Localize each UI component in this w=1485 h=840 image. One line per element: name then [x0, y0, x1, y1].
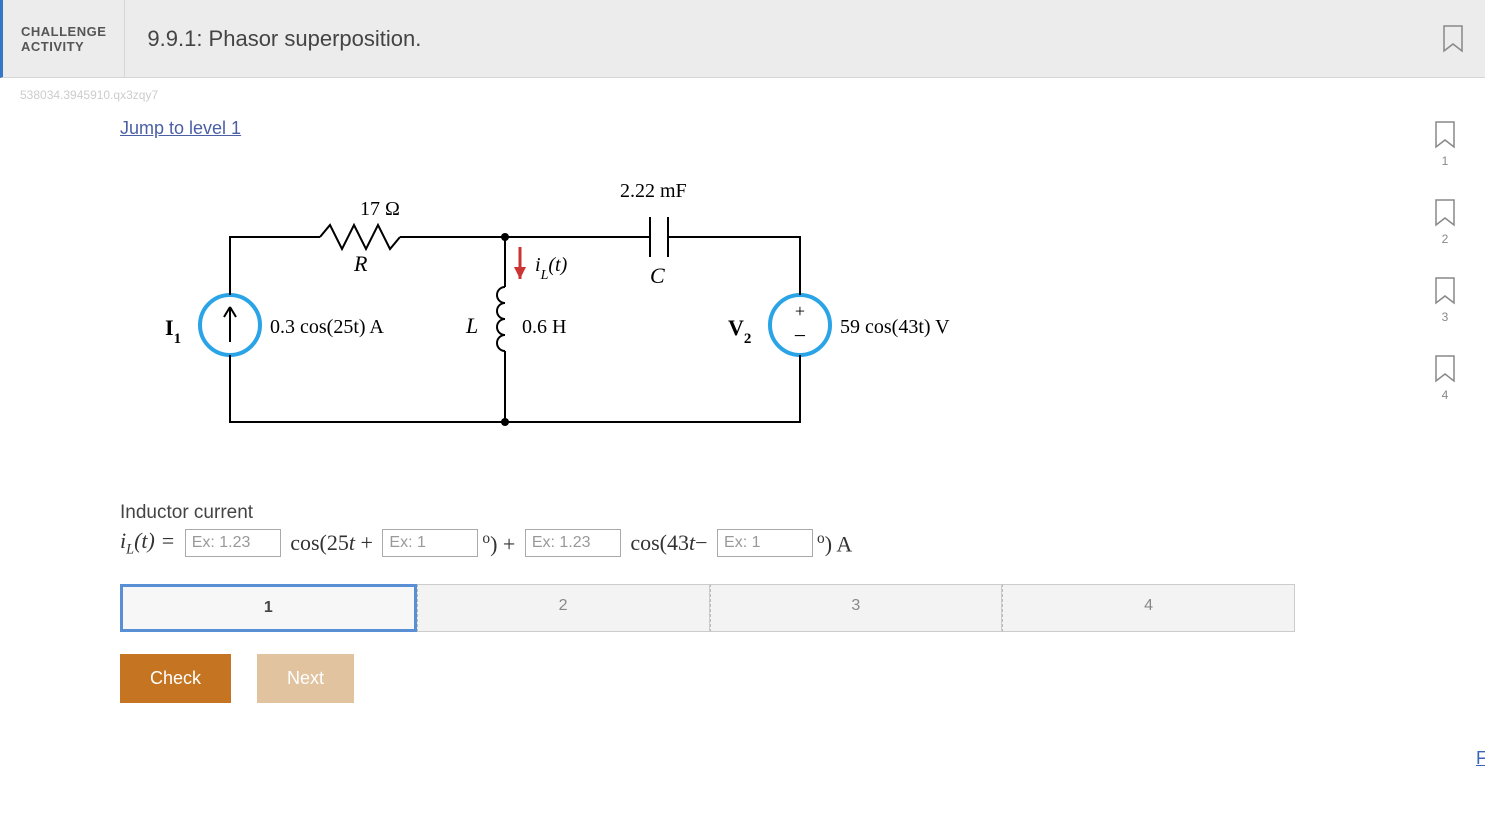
bookmark-icon	[1433, 120, 1457, 150]
progress-step-3[interactable]: 3	[710, 584, 1003, 632]
resistor-label: R	[353, 251, 368, 276]
check-button[interactable]: Check	[120, 654, 231, 703]
resistor-value: 17 Ω	[360, 198, 400, 220]
jump-to-level-link[interactable]: Jump to level 1	[120, 118, 241, 139]
inductor-current-symbol: iL(t)	[535, 254, 568, 283]
source2-value: 59 cos(43t) V	[840, 316, 950, 338]
answer-equation: iL(t) = cos(25t + o) + cos(43t− o) A	[120, 528, 1365, 558]
circuit-diagram: + − 17 Ω R iL(t) 2.22 mF C I1 0.3 cos(25…	[120, 167, 1365, 472]
side-bookmark-1[interactable]: 1	[1433, 120, 1457, 168]
level-progress: 1 2 3 4	[120, 584, 1295, 632]
inductor-label: L	[465, 313, 478, 338]
bookmark-icon	[1433, 276, 1457, 306]
side-bookmark-rail: 1 2 3 4	[1433, 120, 1457, 402]
phase-1-input[interactable]	[382, 529, 478, 557]
activity-header: CHALLENGE ACTIVITY 9.9.1: Phasor superpo…	[0, 0, 1485, 78]
bookmark-toggle[interactable]	[1441, 0, 1465, 77]
source1-value: 0.3 cos(25t) A	[270, 316, 384, 338]
source1-label: I1	[165, 315, 181, 347]
amplitude-1-input[interactable]	[185, 529, 281, 557]
svg-text:−: −	[794, 323, 806, 348]
cos1-prefix: cos(25t +	[285, 530, 379, 556]
badge-line-1: CHALLENGE	[21, 24, 106, 39]
question-label: Inductor current	[120, 502, 1365, 524]
side-bookmark-label: 3	[1442, 310, 1449, 324]
capacitor-label: C	[650, 263, 665, 288]
progress-step-2[interactable]: 2	[417, 584, 710, 632]
side-bookmark-label: 4	[1442, 388, 1449, 402]
mid-text: o) +	[482, 530, 520, 557]
side-bookmark-3[interactable]: 3	[1433, 276, 1457, 324]
amplitude-2-input[interactable]	[525, 529, 621, 557]
activity-type-badge: CHALLENGE ACTIVITY	[3, 0, 125, 77]
bookmark-icon	[1441, 24, 1465, 54]
capacitor-value: 2.22 mF	[620, 180, 687, 202]
badge-line-2: ACTIVITY	[21, 39, 106, 54]
side-bookmark-label: 1	[1442, 154, 1449, 168]
bookmark-icon	[1433, 354, 1457, 384]
tail-text: o) A	[817, 530, 852, 557]
activity-title: 9.9.1: Phasor superposition.	[125, 0, 443, 77]
progress-step-1[interactable]: 1	[120, 584, 417, 632]
side-bookmark-4[interactable]: 4	[1433, 354, 1457, 402]
source2-label: V2	[728, 315, 751, 347]
cos2-prefix: cos(43t−	[625, 530, 713, 556]
phase-2-input[interactable]	[717, 529, 813, 557]
tracking-id: 538034.3945910.qx3zqy7	[0, 78, 1485, 112]
progress-step-4[interactable]: 4	[1002, 584, 1295, 632]
next-button[interactable]: Next	[257, 654, 354, 703]
feedback-link[interactable]: Feedback?	[1476, 748, 1485, 769]
side-bookmark-2[interactable]: 2	[1433, 198, 1457, 246]
side-bookmark-label: 2	[1442, 232, 1449, 246]
lhs-symbol: iL(t) =	[120, 528, 181, 558]
inductor-value: 0.6 H	[522, 316, 566, 338]
bookmark-icon	[1433, 198, 1457, 228]
svg-text:+: +	[795, 301, 805, 321]
